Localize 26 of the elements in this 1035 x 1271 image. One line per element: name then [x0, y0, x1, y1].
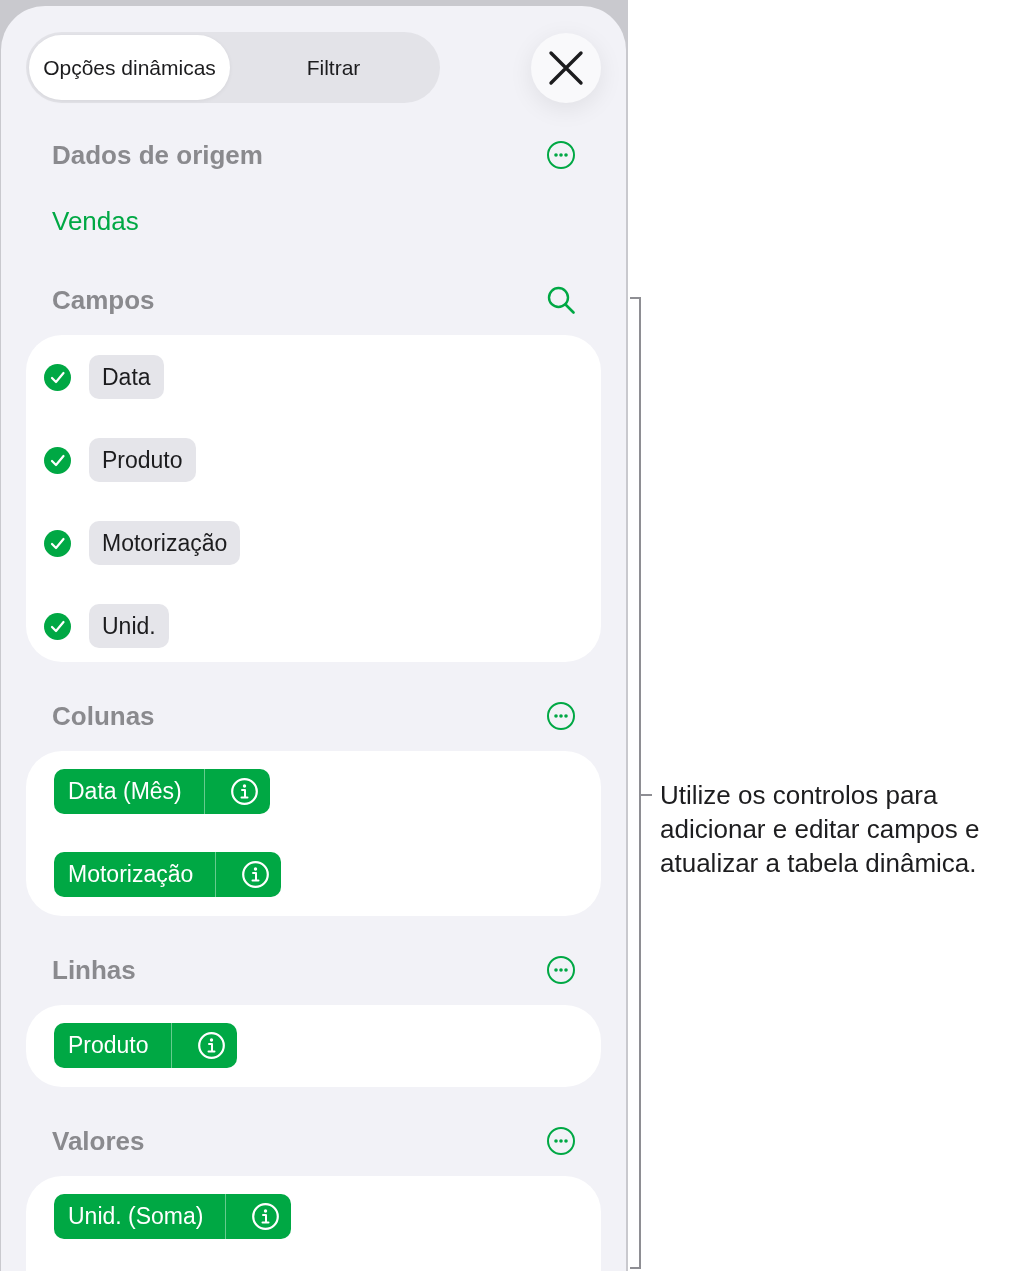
field-chip[interactable]: Produto — [89, 438, 196, 482]
field-chip[interactable]: Data — [89, 355, 164, 399]
section-title: Colunas — [52, 700, 155, 732]
tab[interactable]: Filtrar — [230, 35, 437, 100]
tab[interactable]: Opções dinâmicas — [29, 35, 230, 100]
checkmark-icon[interactable] — [44, 363, 71, 391]
field-chip[interactable]: Unid. — [89, 604, 169, 648]
checkmark-icon[interactable] — [44, 446, 71, 474]
section-title: Linhas — [52, 954, 136, 986]
more-icon[interactable] — [547, 1127, 575, 1155]
checkmark-icon[interactable] — [44, 612, 71, 640]
info-icon[interactable] — [242, 861, 270, 888]
callout-text: Utilize os controlos para adicionar e editar campos e atualizar a tabela dinâmica. — [660, 779, 981, 880]
field-chip[interactable]: Motorização — [89, 521, 241, 565]
section-title: Campos — [52, 284, 155, 316]
more-icon[interactable] — [547, 141, 575, 169]
section-title: Dados de origem — [52, 139, 263, 171]
search-icon[interactable] — [547, 286, 575, 314]
more-icon[interactable] — [547, 956, 575, 984]
info-icon[interactable] — [252, 1203, 280, 1230]
checkmark-icon[interactable] — [44, 529, 71, 557]
close-icon — [548, 49, 584, 86]
info-icon[interactable] — [197, 1032, 225, 1059]
more-icon[interactable] — [547, 702, 575, 730]
info-icon[interactable] — [230, 778, 258, 805]
section-title: Valores — [52, 1125, 145, 1157]
